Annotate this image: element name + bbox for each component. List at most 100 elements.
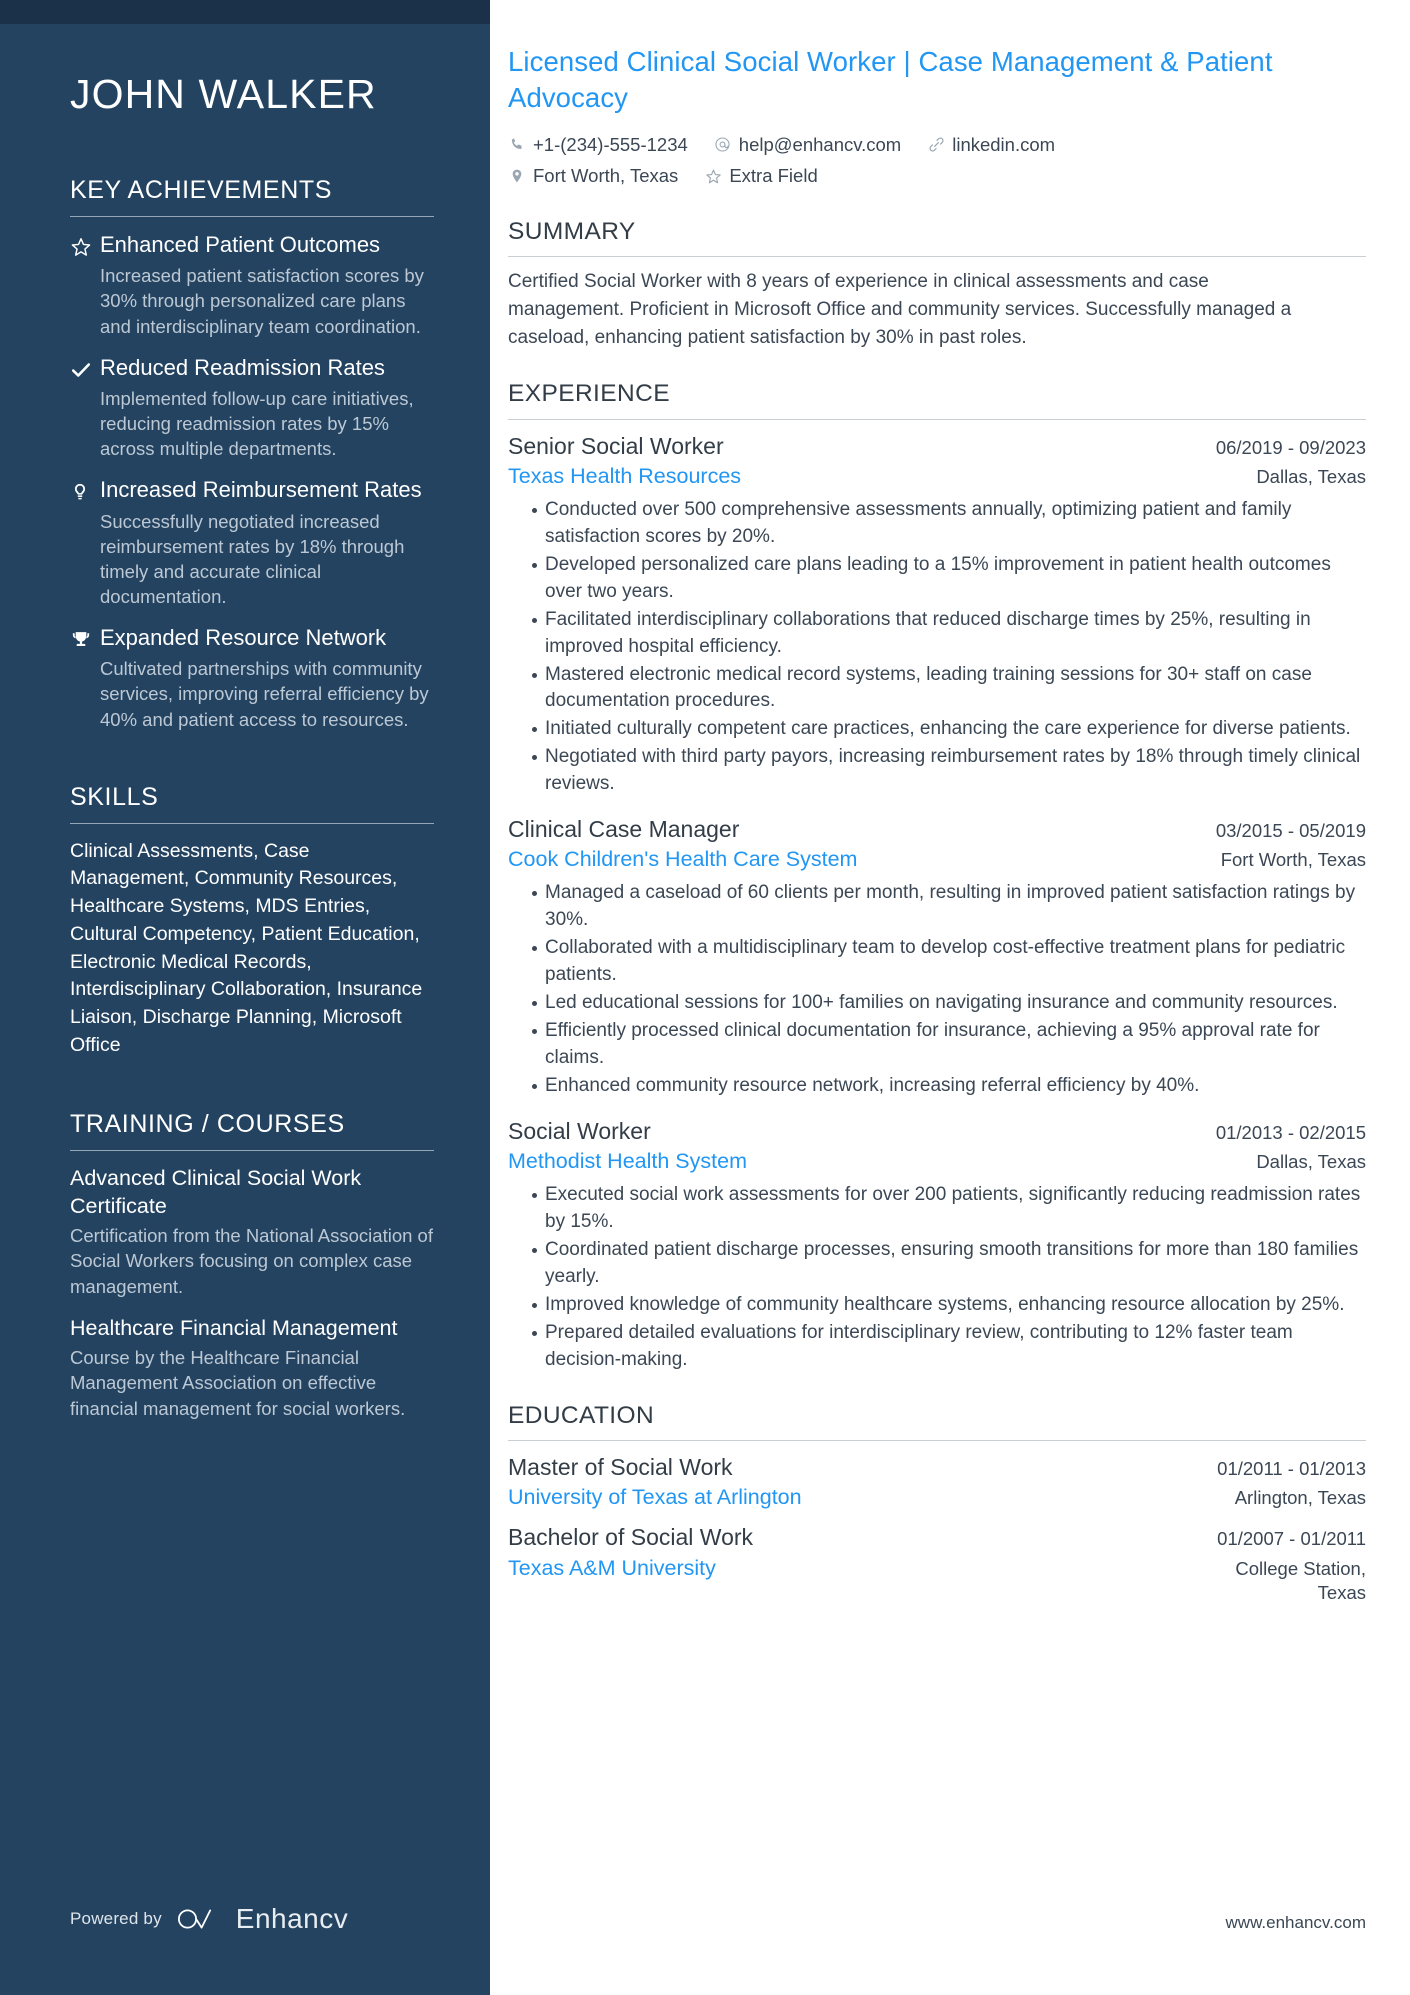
contact-row-1: +1-(234)-555-1234 help@enhancv.com linke… [508, 131, 1366, 159]
job-bullet: Conducted over 500 comprehensive assessm… [532, 497, 1366, 551]
company-name[interactable]: Methodist Health System [508, 1147, 747, 1176]
section-divider [508, 256, 1366, 258]
achievement-description: Cultivated partnerships with community s… [100, 658, 429, 730]
degree-dates: 01/2007 - 01/2011 [1217, 1528, 1366, 1550]
job-dates: 03/2015 - 05/2019 [1215, 820, 1366, 842]
contact-extra-field-text: Extra Field [729, 165, 818, 187]
job-bullet: Executed social work assessments for ove… [532, 1182, 1366, 1236]
experience-section: EXPERIENCE Senior Social Worker 06/2019 … [508, 379, 1366, 1374]
job-bullet: Developed personalized care plans leadin… [532, 552, 1366, 606]
training-description: Course by the Healthcare Financial Manag… [70, 1347, 406, 1419]
contact-email-text: help@enhancv.com [738, 133, 902, 155]
job-bullets: Conducted over 500 comprehensive assessm… [508, 497, 1366, 799]
education-section: EDUCATION Master of Social Work 01/2011 … [508, 1401, 1366, 1606]
achievement-item: Expanded Resource Network Cultivated par… [70, 624, 434, 732]
link-icon [927, 135, 945, 153]
training-description: Certification from the National Associat… [70, 1225, 433, 1297]
experience-entry: Social Worker 01/2013 - 02/2015 Methodis… [508, 1116, 1366, 1374]
section-divider [508, 418, 1366, 420]
enhancv-logo-icon [176, 1906, 222, 1932]
achievement-title: Reduced Readmission Rates [100, 354, 385, 380]
lightbulb-icon [70, 476, 100, 503]
company-name[interactable]: Texas Health Resources [508, 462, 741, 491]
main-content: Licensed Clinical Social Worker | Case M… [490, 0, 1410, 1995]
achievement-description: Implemented follow-up care initiatives, … [100, 387, 414, 460]
job-title: Senior Social Worker [508, 432, 724, 459]
location-pin-icon [508, 167, 526, 185]
contact-linkedin[interactable]: linkedin.com [927, 131, 1055, 159]
achievement-item: Increased Reimbursement Rates Successful… [70, 476, 434, 609]
job-bullet: Mastered electronic medical record syste… [532, 662, 1366, 716]
contact-extra-field: Extra Field [704, 162, 818, 190]
at-email-icon [714, 135, 732, 153]
job-bullet: Prepared detailed evaluations for interd… [532, 1320, 1366, 1374]
job-bullet: Initiated culturally competent care prac… [532, 716, 1366, 743]
professional-headline: Licensed Clinical Social Worker | Case M… [508, 46, 1273, 114]
powered-by-footer: Powered by Enhancv [70, 1903, 348, 1935]
contact-phone[interactable]: +1-(234)-555-1234 [508, 131, 688, 159]
section-divider [70, 216, 434, 218]
section-divider [70, 822, 434, 824]
candidate-name: JOHN WALKER [70, 71, 377, 117]
job-location: Dallas, Texas [1256, 465, 1366, 487]
job-bullet: Improved knowledge of community healthca… [532, 1292, 1366, 1319]
skills-list: Clinical Assessments, Case Management, C… [70, 839, 423, 1056]
contact-location-text: Fort Worth, Texas [533, 165, 679, 187]
site-url: www.enhancv.com [1225, 1913, 1366, 1932]
experience-entry: Clinical Case Manager 03/2015 - 05/2019 … [508, 814, 1366, 1100]
achievement-title: Increased Reimbursement Rates [100, 477, 422, 503]
education-entry: Master of Social Work 01/2011 - 01/2013 … [508, 1452, 1366, 1512]
resume-page: JOHN WALKER KEY ACHIEVEMENTS Enhanced Pa… [0, 0, 1410, 1995]
job-bullet: Efficiently processed clinical documenta… [532, 1018, 1366, 1072]
school-name[interactable]: Texas A&M University [508, 1554, 716, 1583]
education-entry-titlerow: Master of Social Work 01/2011 - 01/2013 [508, 1452, 1366, 1483]
experience-entry-titlerow: Social Worker 01/2013 - 02/2015 [508, 1116, 1366, 1147]
experience-entry-orgrow: Methodist Health System Dallas, Texas [508, 1147, 1366, 1176]
company-name[interactable]: Cook Children's Health Care System [508, 845, 857, 874]
degree-dates: 01/2011 - 01/2013 [1217, 1458, 1366, 1480]
school-name[interactable]: University of Texas at Arlington [508, 1483, 802, 1512]
education-entry-orgrow: Texas A&M University College Station, Te… [508, 1554, 1366, 1607]
achievement-title: Expanded Resource Network [100, 625, 387, 651]
sidebar: JOHN WALKER KEY ACHIEVEMENTS Enhanced Pa… [0, 0, 490, 1995]
check-icon [70, 354, 100, 381]
achievement-item: Reduced Readmission Rates Implemented fo… [70, 354, 434, 462]
sidebar-topbar [0, 0, 490, 24]
brand-name: Enhancv [235, 1903, 349, 1934]
summary-section: SUMMARY Certified Social Worker with 8 y… [508, 217, 1366, 352]
training-title: Healthcare Financial Management [70, 1315, 398, 1340]
degree-title: Bachelor of Social Work [508, 1524, 754, 1551]
training-item: Advanced Clinical Social Work Certificat… [70, 1165, 434, 1299]
experience-entry-orgrow: Cook Children's Health Care System Fort … [508, 845, 1366, 874]
contact-location: Fort Worth, Texas [508, 162, 678, 190]
school-location: Arlington, Texas [1234, 1487, 1366, 1509]
job-dates: 01/2013 - 02/2015 [1215, 1122, 1366, 1144]
phone-icon [508, 135, 526, 153]
job-bullets: Managed a caseload of 60 clients per mon… [508, 880, 1366, 1100]
contact-phone-text: +1-(234)-555-1234 [533, 133, 688, 155]
training-section: TRAINING / COURSES Advanced Clinical Soc… [70, 1109, 434, 1420]
key-achievements-heading: KEY ACHIEVEMENTS [70, 176, 332, 205]
contact-linkedin-text: linkedin.com [952, 133, 1056, 155]
job-bullet: Managed a caseload of 60 clients per mon… [532, 880, 1366, 934]
contact-info: +1-(234)-555-1234 help@enhancv.com linke… [508, 131, 1366, 191]
job-bullets: Executed social work assessments for ove… [508, 1182, 1366, 1374]
achievement-item: Enhanced Patient Outcomes Increased pati… [70, 231, 434, 339]
experience-entry-titlerow: Clinical Case Manager 03/2015 - 05/2019 [508, 814, 1366, 845]
job-location: Fort Worth, Texas [1220, 849, 1366, 871]
training-item: Healthcare Financial Management Course b… [70, 1315, 434, 1421]
star-icon [704, 167, 722, 185]
achievement-description: Successfully negotiated increased reimbu… [100, 510, 405, 608]
section-divider [70, 1150, 434, 1152]
experience-heading: EXPERIENCE [508, 380, 670, 408]
education-entry-titlerow: Bachelor of Social Work 01/2007 - 01/201… [508, 1522, 1366, 1553]
job-bullet: Coordinated patient discharge processes,… [532, 1237, 1366, 1291]
job-title: Social Worker [508, 1118, 651, 1145]
job-bullet: Enhanced community resource network, inc… [532, 1073, 1366, 1100]
experience-entry-orgrow: Texas Health Resources Dallas, Texas [508, 462, 1366, 491]
experience-entry-titlerow: Senior Social Worker 06/2019 - 09/2023 [508, 431, 1366, 462]
summary-heading: SUMMARY [508, 218, 636, 246]
contact-email[interactable]: help@enhancv.com [714, 131, 901, 159]
job-location: Dallas, Texas [1256, 1151, 1366, 1173]
education-heading: EDUCATION [508, 1402, 655, 1430]
